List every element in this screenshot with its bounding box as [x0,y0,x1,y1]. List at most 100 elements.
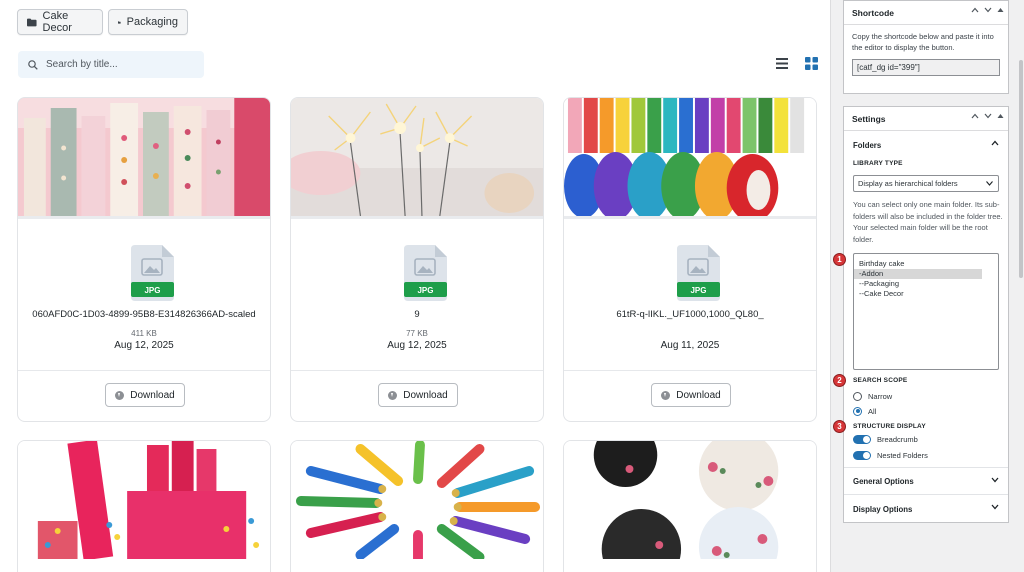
nested-folders-toggle-row[interactable]: Nested Folders [853,448,928,462]
toggle-label: Breadcrumb [877,434,918,444]
folders-title: Folders [853,140,882,150]
structure-display-label: STRUCTURE DISPLAY [853,423,926,430]
folder-button-cake-decor[interactable]: Cake Decor [17,9,103,35]
file-thumbnail-party-poppers [18,441,270,559]
file-card[interactable] [17,440,271,572]
main-area: Cake Decor Packaging Search by title... [0,0,830,572]
file-size: 411 KB [131,329,157,338]
file-thumbnail-candles [18,98,270,216]
folder-icon [118,20,121,24]
jpg-file-icon: JPG [131,245,174,301]
folders-section-header[interactable]: Folders [844,131,1008,159]
search-placeholder: Search by title... [46,59,118,70]
folder-label: Cake Decor [42,10,72,34]
folder-icon [27,18,37,26]
chevron-down-icon[interactable] [984,7,992,13]
search-scope-narrow[interactable]: Narrow [853,389,892,403]
nested-folders-toggle[interactable] [853,450,871,460]
folder-label: Packaging [126,16,178,28]
chevron-down-icon [991,504,999,510]
svg-text:JPG: JPG [690,286,706,295]
file-size: 77 KB [406,329,428,338]
file-card[interactable]: JPG 61tR-q-lIKL._UF1000,1000_QL80_ Aug 1… [563,97,817,422]
list-view-icon[interactable] [776,58,788,69]
svg-text:JPG: JPG [417,286,433,295]
file-name: 060AFD0C-1D03-4899-95B8-E314826366AD-sca… [32,309,256,320]
file-date: Aug 12, 2025 [387,340,447,351]
display-options-title: Display Options [853,504,913,514]
toggle-label: Nested Folders [877,450,928,460]
thumbnail-divider [291,216,543,219]
chevron-down-icon[interactable] [984,113,992,119]
file-card[interactable] [290,440,544,572]
download-label: Download [403,389,448,401]
file-card[interactable] [563,440,817,572]
card-divider [291,370,543,371]
shortcode-instructions: Copy the shortcode below and paste it in… [852,32,994,52]
card-divider [564,370,816,371]
folder-button-packaging[interactable]: Packaging [108,9,188,35]
collapse-triangle-icon[interactable] [997,113,1004,119]
settings-title: Settings [852,113,886,124]
display-options-row[interactable]: Display Options [844,495,1008,523]
general-options-title: General Options [853,476,914,486]
search-scope-label: SEARCH SCOPE [853,377,908,384]
download-label: Download [130,389,175,401]
folder-option[interactable]: --Packaging [854,279,998,289]
radio-label: All [868,406,877,416]
thumbnail-divider [18,216,270,219]
chevron-up-icon[interactable] [971,113,979,119]
file-date: Aug 11, 2025 [660,340,720,351]
breadcrumb-toggle[interactable] [853,434,871,444]
shortcode-panel-header[interactable]: Shortcode [844,1,1008,25]
chevron-up-icon [991,140,999,146]
shortcode-field[interactable]: [catf_dg id="399"] [852,59,1000,76]
chevron-up-icon[interactable] [971,7,979,13]
grid-view-icon[interactable] [805,57,818,70]
file-name: 61tR-q-lIKL._UF1000,1000_QL80_ [616,309,764,320]
download-button[interactable]: Download [651,383,731,407]
file-date: Aug 12, 2025 [114,340,174,351]
chevron-down-icon [986,181,993,186]
chevron-down-icon [991,477,999,483]
svg-text:JPG: JPG [144,286,160,295]
file-card[interactable]: JPG 060AFD0C-1D03-4899-95B8-E314826366AD… [17,97,271,422]
breadcrumb-toggle-row[interactable]: Breadcrumb [853,432,918,446]
library-type-label: LIBRARY TYPE [853,160,903,167]
settings-panel-header[interactable]: Settings [844,107,1008,131]
download-label: Download [676,389,721,401]
radio-checked-icon[interactable] [853,406,862,416]
file-name: 9 [414,309,420,320]
main-folder-listbox[interactable]: Birthday cake -Addon --Packaging --Cake … [853,253,999,370]
jpg-file-icon: JPG [404,245,447,301]
folder-option[interactable]: --Cake Decor [854,289,998,299]
folder-option[interactable]: Birthday cake [854,259,998,269]
file-thumbnail-thank-you-stickers [564,441,816,559]
file-card[interactable]: JPG 9 77 KB Aug 12, 2025 Download [290,97,544,422]
radio-icon[interactable] [853,391,862,401]
shortcode-panel: Shortcode Copy the shortcode below and p… [843,0,1009,94]
search-input[interactable]: Search by title... [18,51,204,78]
annotation-badge-2: 2 [833,374,846,387]
file-thumbnail-sparklers [291,98,543,216]
settings-panel: Settings Folders LIBRARY TYPE Display as… [843,106,1009,523]
download-button[interactable]: Download [105,383,185,407]
folder-option-selected[interactable]: -Addon [854,269,982,279]
jpg-file-icon: JPG [677,245,720,301]
thumbnail-divider [564,216,816,219]
general-options-row[interactable]: General Options [844,467,1008,495]
shortcode-title: Shortcode [852,7,895,18]
file-thumbnail-party-blowers [291,441,543,559]
search-icon [28,59,38,70]
settings-sidebar: Shortcode Copy the shortcode below and p… [830,0,1024,572]
card-divider [18,370,270,371]
sidebar-scrollbar-thumb[interactable] [1019,60,1023,278]
download-icon [388,390,398,400]
collapse-triangle-icon[interactable] [997,7,1004,13]
download-button[interactable]: Download [378,383,458,407]
folder-description: You can select only one main folder. Its… [853,200,1003,244]
search-scope-all[interactable]: All [853,404,876,418]
radio-label: Narrow [868,391,893,401]
download-icon [661,390,671,400]
library-type-select[interactable]: Display as hierarchical folders [853,175,999,192]
